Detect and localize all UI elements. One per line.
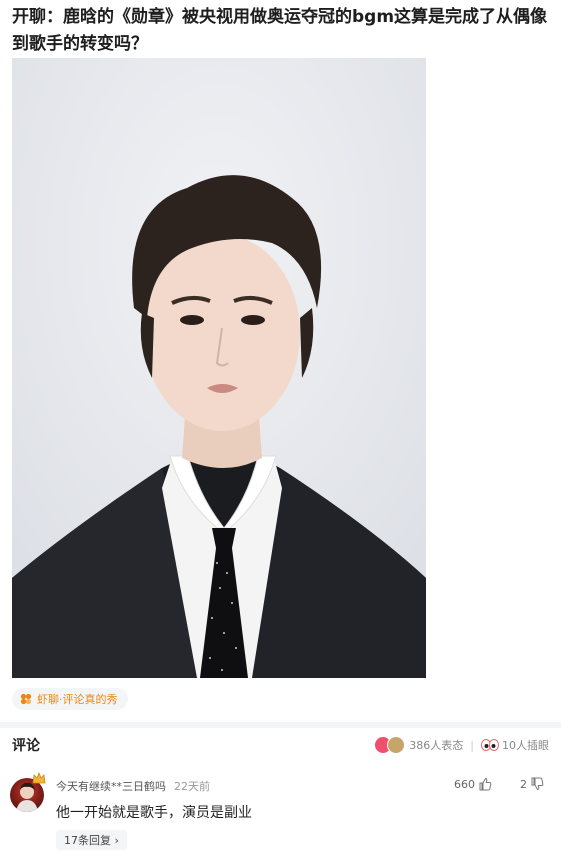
comment-text: 他一开始就是歌手，演员是副业 — [56, 805, 252, 821]
comment-actions: 660 2 — [454, 777, 544, 791]
dislike-count: 2 — [520, 777, 527, 791]
comment-time: 22天前 — [174, 780, 210, 793]
like-button[interactable]: 660 — [454, 777, 492, 791]
post-title: 开聊：鹿晗的《勋章》被央视用做奥运夺冠的bgm这算是完成了从偶像到歌手的转变吗？ — [12, 7, 548, 54]
thumbs-up-icon — [479, 777, 492, 791]
emoji-reaction-icon — [387, 736, 406, 754]
like-count: 660 — [454, 777, 475, 791]
plugs-count[interactable]: 10人插眼 — [502, 737, 549, 753]
topic-tag[interactable]: 虾聊·评论真的秀 — [12, 688, 128, 710]
reactions-count[interactable]: 386人表态 — [409, 737, 463, 753]
comments-title: 评论 — [12, 738, 40, 754]
comments-header: 评论 386人表态 | 10人插眼 — [12, 735, 549, 755]
topic-tag-label: 虾聊·评论真的秀 — [37, 693, 118, 706]
comment-username[interactable]: 今天有继续**三日鹤吗 — [56, 778, 166, 794]
eyes-icon — [481, 739, 499, 751]
reaction-avatars[interactable] — [374, 736, 406, 754]
dislike-button[interactable]: 2 — [520, 777, 544, 791]
comment-stats: 386人表态 | 10人插眼 — [374, 736, 549, 754]
view-replies-button[interactable]: 17条回复 › — [56, 830, 127, 850]
crown-badge-icon — [32, 772, 46, 784]
comment-meta: 今天有继续**三日鹤吗 22天前 — [56, 778, 210, 794]
thumbs-down-icon — [531, 777, 544, 791]
post-image[interactable] — [12, 58, 426, 678]
shrimp-chat-icon — [20, 693, 32, 705]
comment-item[interactable]: 今天有继续**三日鹤吗 22天前 660 2 他一开始就是歌手，演员是副业 17… — [10, 772, 550, 852]
stats-separator: | — [470, 738, 474, 752]
section-divider — [0, 722, 561, 728]
portrait-illustration — [12, 58, 426, 678]
